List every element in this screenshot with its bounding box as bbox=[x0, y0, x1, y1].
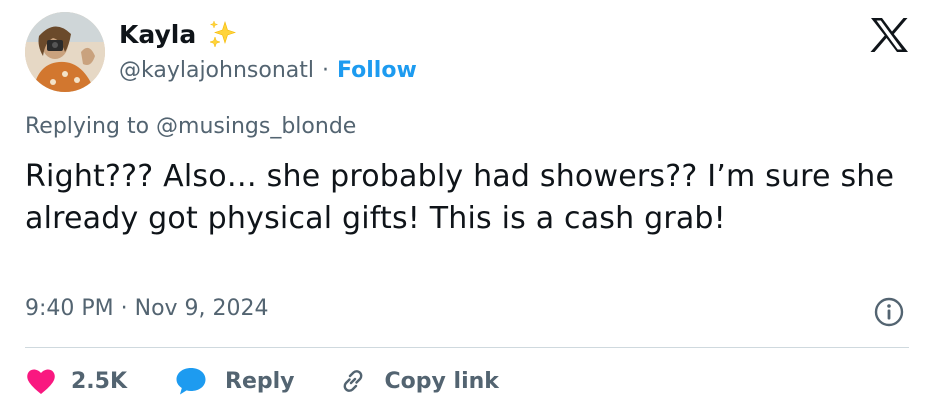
name-row: Kayla bbox=[119, 14, 417, 54]
author-block: Kayla @kaylajohnsonatl · Follow bbox=[119, 14, 417, 86]
follow-button[interactable]: Follow bbox=[337, 58, 417, 83]
info-icon[interactable] bbox=[873, 296, 905, 328]
display-name[interactable]: Kayla bbox=[119, 20, 196, 49]
reply-button[interactable]: Reply bbox=[175, 366, 295, 396]
link-icon bbox=[343, 370, 362, 392]
heart-icon bbox=[27, 369, 55, 394]
tweet-text: Right??? Also… she probably had showers?… bbox=[25, 159, 895, 236]
reply-label: Reply bbox=[225, 368, 295, 394]
like-button[interactable]: 2.5K bbox=[25, 366, 127, 396]
like-count: 2.5K bbox=[71, 368, 128, 394]
action-bar: 2.5K Reply Copy link bbox=[25, 362, 499, 400]
author-handle[interactable]: @kaylajohnsonatl bbox=[119, 58, 314, 83]
copy-link-label: Copy link bbox=[384, 368, 499, 394]
divider bbox=[25, 347, 909, 348]
avatar[interactable] bbox=[25, 12, 105, 92]
replying-to: Replying to @musings_blonde bbox=[25, 114, 357, 139]
tweet-timestamp[interactable]: 9:40 PM · Nov 9, 2024 bbox=[25, 296, 269, 321]
speech-bubble-icon bbox=[176, 368, 206, 395]
handle-row: @kaylajohnsonatl · Follow bbox=[119, 54, 417, 86]
sparkles-icon bbox=[208, 19, 238, 49]
handle-separator: · bbox=[322, 57, 329, 83]
tweet-card: Kayla @kaylajohnsonatl · Follow Replying… bbox=[0, 0, 931, 409]
copy-link-button[interactable]: Copy link bbox=[337, 365, 499, 397]
x-logo-icon[interactable] bbox=[869, 17, 909, 53]
